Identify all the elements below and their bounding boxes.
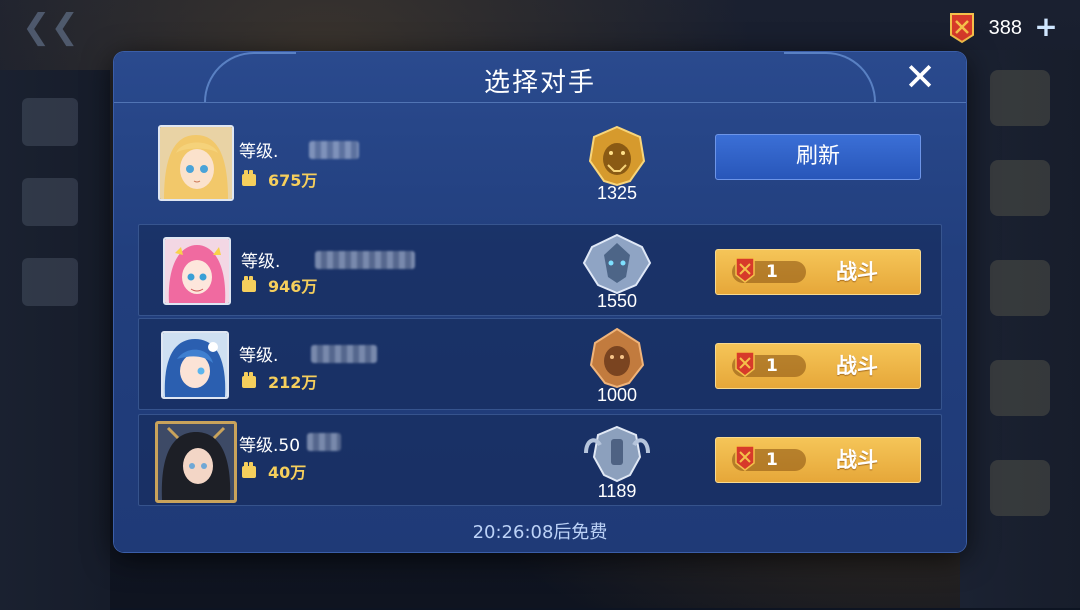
fist-icon xyxy=(242,170,256,186)
ticket-cost: 1 xyxy=(766,450,778,470)
select-opponent-dialog: 选择对手 ✕ 等级. 675万 1325 刷新 等级. 946万 1550 1 … xyxy=(114,52,966,552)
opponent-row: 等级. 212万 1000 1 战斗 xyxy=(138,318,942,410)
battle-ticket-icon xyxy=(735,351,755,377)
level-label: 等级.50 xyxy=(239,436,301,456)
ticket-cost: 1 xyxy=(766,356,778,376)
fight-button[interactable]: 1 战斗 xyxy=(715,437,921,483)
background-left-menu xyxy=(0,70,110,610)
fist-icon xyxy=(242,462,256,478)
avatar[interactable] xyxy=(155,421,237,503)
avatar[interactable] xyxy=(161,331,229,399)
rank-badge: 1325 xyxy=(577,125,657,204)
redacted-player-name xyxy=(309,141,359,159)
ticket-amount: 388 xyxy=(988,16,1022,39)
opponent-row: 等级. 675万 1325 刷新 xyxy=(138,116,942,208)
bronze-lion-rank-icon xyxy=(589,327,645,389)
background-right-panel xyxy=(960,50,1080,608)
rank-score: 1550 xyxy=(596,291,638,311)
opponent-row: 等级. 946万 1550 1 战斗 xyxy=(138,224,942,316)
gold-lion-rank-icon xyxy=(588,125,646,187)
ticket-cost: 1 xyxy=(766,262,778,282)
battle-ticket-icon xyxy=(735,445,755,471)
combat-power: 212万 xyxy=(240,369,317,393)
refresh-button[interactable]: 刷新 xyxy=(715,134,921,180)
fight-button[interactable]: 1 战斗 xyxy=(715,249,921,295)
rank-score: 1325 xyxy=(596,183,638,203)
back-arrow-icon[interactable]: ❮❮ xyxy=(22,6,142,48)
fight-button[interactable]: 1 战斗 xyxy=(715,343,921,389)
rank-badge: 1000 xyxy=(577,327,657,406)
redacted-player-name xyxy=(307,433,341,451)
silver-wolf-rank-icon xyxy=(582,233,652,295)
close-icon[interactable]: ✕ xyxy=(902,58,938,96)
dialog-header: 选择对手 ✕ xyxy=(114,52,966,103)
dialog-title: 选择对手 xyxy=(483,68,596,98)
avatar[interactable] xyxy=(163,237,231,305)
combat-power: 946万 xyxy=(240,273,317,297)
rank-badge: 1550 xyxy=(577,233,657,312)
free-refresh-timer: 20:26:08后免费 xyxy=(472,522,608,543)
rank-score: 1000 xyxy=(596,385,638,405)
silver-helm-rank-icon xyxy=(584,425,650,483)
redacted-player-name xyxy=(311,345,377,363)
fight-label: 战斗 xyxy=(836,260,878,284)
add-ticket-button[interactable]: + xyxy=(1032,13,1060,42)
opponent-row: 等级.50 40万 1189 1 战斗 xyxy=(138,414,942,506)
battle-ticket-icon xyxy=(949,13,974,44)
redacted-player-name xyxy=(315,251,415,269)
fist-icon xyxy=(242,276,256,292)
level-label: 等级. xyxy=(241,252,281,272)
battle-ticket-icon xyxy=(735,257,755,283)
combat-power: 40万 xyxy=(240,459,306,483)
combat-power: 675万 xyxy=(240,167,317,191)
avatar[interactable] xyxy=(158,125,234,201)
fist-icon xyxy=(242,372,256,388)
rank-score: 1189 xyxy=(597,481,637,501)
ticket-currency: 388 + xyxy=(945,8,1060,48)
fight-label: 战斗 xyxy=(836,448,878,472)
level-label: 等级. xyxy=(239,142,279,162)
fight-label: 战斗 xyxy=(836,354,878,378)
level-label: 等级. xyxy=(239,346,279,366)
rank-badge: 1189 xyxy=(577,423,657,502)
